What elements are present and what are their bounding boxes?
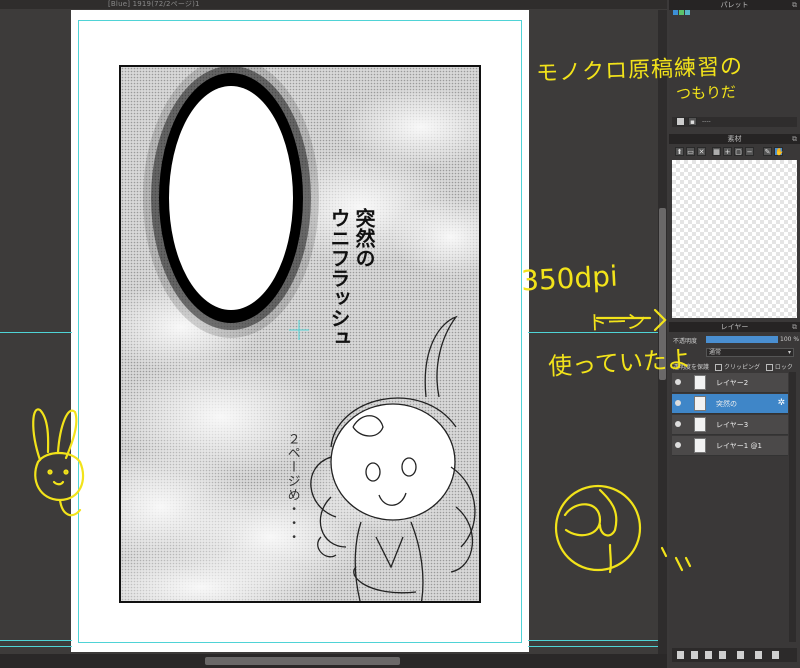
tick-mark [674,556,684,572]
rabbit-doodle [32,408,85,517]
tick-mark [660,546,668,558]
face-doodle [554,484,642,574]
tick-mark [684,556,692,568]
arrow-icon [653,308,667,332]
hand-doodles [32,308,692,574]
